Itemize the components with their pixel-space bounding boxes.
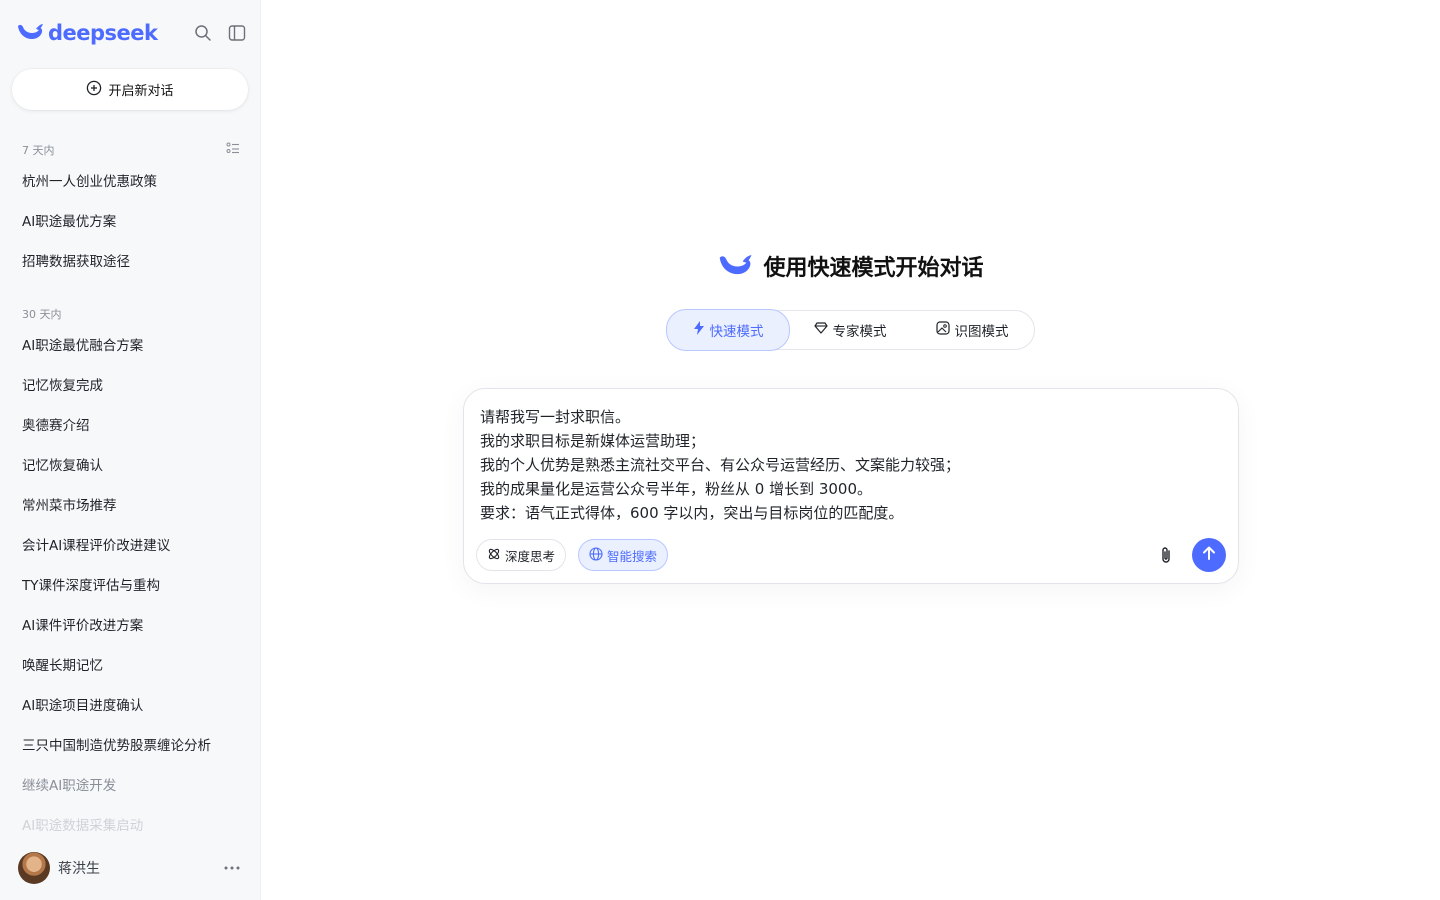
history-item[interactable]: 会计AI课程评价改进建议 (0, 524, 260, 564)
mode-vision-button[interactable]: 识图模式 (910, 310, 1034, 350)
history-item[interactable]: 招聘数据获取途径 (0, 240, 260, 280)
history-item[interactable]: AI职途最优方案 (0, 200, 260, 240)
history-item[interactable]: 记忆恢复确认 (0, 444, 260, 484)
history-item[interactable]: AI职途项目进度确认 (0, 684, 260, 724)
search-icon[interactable] (192, 22, 214, 44)
bolt-icon (693, 321, 705, 339)
send-button[interactable] (1192, 538, 1226, 572)
deepseek-logo[interactable]: deepseek (16, 20, 158, 46)
collapse-sidebar-icon[interactable] (226, 22, 248, 44)
section-label: 7 天内 (22, 144, 55, 157)
history-item[interactable]: 三只中国制造优势股票缠论分析 (0, 724, 260, 764)
globe-icon (589, 546, 603, 564)
mode-label: 专家模式 (832, 324, 887, 340)
list-view-icon[interactable] (222, 137, 244, 159)
deep-think-label: 深度思考 (505, 548, 556, 564)
history-item[interactable]: 杭州一人创业优惠政策 (0, 160, 260, 200)
history-item[interactable]: 记忆恢复完成 (0, 364, 260, 404)
user-profile-bar: 蒋洪生 (0, 836, 260, 900)
mode-label: 识图模式 (954, 324, 1009, 340)
new-chat-button[interactable]: 开启新对话 (12, 69, 248, 110)
welcome-header: 使用快速模式开始对话 (261, 250, 1440, 282)
deep-think-toggle[interactable]: 深度思考 (476, 539, 567, 571)
section-label: 30 天内 (22, 308, 62, 321)
section-header-7-days: 7 天内 (0, 138, 260, 158)
history-item[interactable]: 继续AI职途开发 (0, 764, 260, 804)
avatar[interactable] (18, 852, 50, 884)
plus-circle-icon (86, 80, 102, 100)
whale-logo-icon (16, 20, 44, 46)
sidebar: deepseek 开启新对话 7 天内 杭州一人创业优惠政策 AI职途最优方案 … (0, 0, 261, 900)
smart-search-toggle[interactable]: 智能搜索 (578, 539, 669, 571)
page-title: 使用快速模式开始对话 (763, 256, 984, 281)
user-name: 蒋洪生 (58, 861, 100, 877)
more-options-icon[interactable] (222, 858, 242, 878)
history-item[interactable]: AI职途最优融合方案 (0, 324, 260, 364)
arrow-up-icon (1201, 545, 1217, 565)
diamond-icon (813, 322, 828, 338)
history-item[interactable]: TY课件深度评估与重构 (0, 564, 260, 604)
history-item[interactable]: 唤醒长期记忆 (0, 644, 260, 684)
mode-expert-button[interactable]: 专家模式 (790, 310, 910, 350)
mode-label: 快速模式 (709, 324, 764, 340)
chat-history-30-days: AI职途最优融合方案 记忆恢复完成 奥德赛介绍 记忆恢复确认 常州菜市场推荐 会… (0, 322, 260, 844)
history-item[interactable]: 常州菜市场推荐 (0, 484, 260, 524)
atom-icon (487, 547, 501, 564)
history-item[interactable]: 奥德赛介绍 (0, 404, 260, 444)
image-recognition-icon (935, 321, 950, 339)
brand-name: deepseek (48, 21, 158, 45)
message-input[interactable]: 请帮我写一封求职信。 我的求职目标是新媒体运营助理； 我的个人优势是熟悉主流社交… (480, 405, 1222, 525)
history-item[interactable]: AI课件评价改进方案 (0, 604, 260, 644)
chat-history-7-days: 杭州一人创业优惠政策 AI职途最优方案 招聘数据获取途径 (0, 158, 260, 280)
sidebar-header: deepseek (0, 0, 260, 66)
smart-search-label: 智能搜索 (607, 548, 658, 564)
message-composer[interactable]: 请帮我写一封求职信。 我的求职目标是新媒体运营助理； 我的个人优势是熟悉主流社交… (463, 388, 1239, 584)
paperclip-icon[interactable] (1156, 545, 1176, 565)
main-area: 使用快速模式开始对话 快速模式 专家模式 识图模式 请帮我写一封求职信。 我的求… (261, 0, 1440, 900)
new-chat-label: 开启新对话 (108, 84, 174, 99)
mode-fast-button[interactable]: 快速模式 (666, 309, 790, 351)
section-header-30-days: 30 天内 (0, 302, 260, 322)
whale-logo-icon (717, 250, 753, 282)
mode-selector: 快速模式 专家模式 识图模式 (666, 309, 1035, 351)
